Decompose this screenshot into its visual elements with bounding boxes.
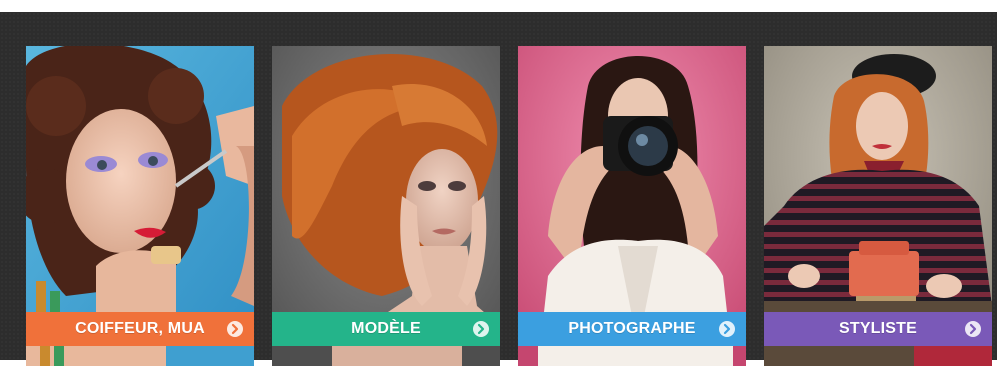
arrow-right-circle-icon[interactable]: [718, 320, 736, 338]
card-photographe[interactable]: PHOTOGRAPHE: [518, 46, 746, 366]
photo-bottom-strip: [272, 346, 500, 366]
card-styliste[interactable]: STYLISTE: [764, 46, 992, 366]
card-label-bar[interactable]: PHOTOGRAPHE: [518, 312, 746, 346]
card-label-bar[interactable]: STYLISTE: [764, 312, 992, 346]
card-label: STYLISTE: [838, 320, 918, 337]
page-frame: COIFFEUR, MUA MODÈLE PHOTOGRAPHE STYLIST…: [0, 0, 997, 366]
photo-bottom-strip: [26, 346, 254, 366]
arrow-right-circle-icon[interactable]: [964, 320, 982, 338]
card-label-bar[interactable]: MODÈLE: [272, 312, 500, 346]
card-label: COIFFEUR, MUA: [75, 320, 205, 337]
category-panel: COIFFEUR, MUA MODÈLE PHOTOGRAPHE STYLIST…: [0, 12, 997, 366]
card-coiffeur-mua[interactable]: COIFFEUR, MUA: [26, 46, 254, 366]
arrow-right-circle-icon[interactable]: [472, 320, 490, 338]
photo-bottom-strip: [764, 346, 992, 366]
arrow-right-circle-icon[interactable]: [226, 320, 244, 338]
card-modele[interactable]: MODÈLE: [272, 46, 500, 366]
card-label-bar[interactable]: COIFFEUR, MUA: [26, 312, 254, 346]
card-label: MODÈLE: [351, 320, 421, 337]
card-label: PHOTOGRAPHE: [568, 320, 696, 337]
photo-bottom-strip: [518, 346, 746, 366]
